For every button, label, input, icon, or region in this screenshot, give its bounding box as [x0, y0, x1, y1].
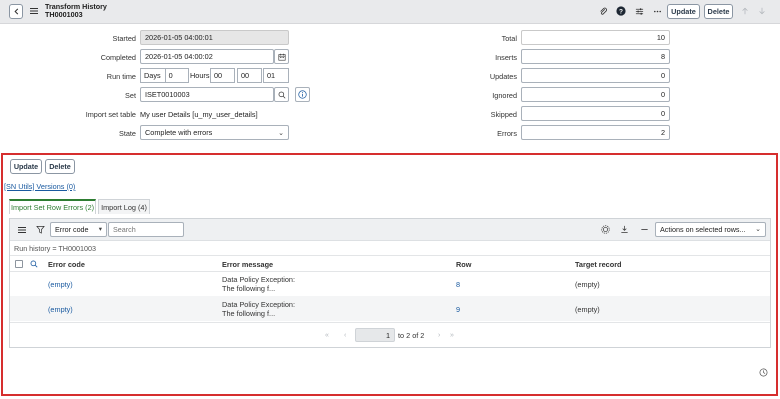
column-search-icon[interactable]	[30, 260, 38, 268]
search-field-value: Error code	[55, 225, 89, 234]
hamburger-icon[interactable]	[30, 7, 38, 15]
chevron-down-icon: ⌄	[278, 130, 284, 137]
chevron-down-icon: ▾	[98, 226, 102, 233]
actions-select[interactable]: Actions on selected rows... ⌄	[655, 222, 766, 237]
started-label: Started	[112, 34, 136, 43]
set-field[interactable]: ISET0010003	[140, 87, 274, 102]
import-table-label: Import set table	[85, 110, 136, 119]
search-icon	[278, 91, 285, 98]
runtime-label: Run time	[106, 72, 136, 81]
target-record-cell: (empty)	[575, 280, 600, 289]
related-delete-button[interactable]: Delete	[45, 159, 75, 174]
error-message-line2: The following f...	[222, 284, 276, 293]
days-value: 0	[164, 69, 173, 82]
actions-value: Actions on selected rows...	[660, 225, 746, 234]
filter-icon[interactable]	[36, 225, 45, 234]
chevron-down-icon: ⌄	[755, 226, 761, 233]
search-field-select[interactable]: Error code ▾	[50, 222, 107, 237]
prev-page-icon[interactable]: ‹	[344, 332, 346, 339]
completed-label: Completed	[100, 53, 136, 62]
form-header: Transform History TH0001003 ? Update Del…	[0, 0, 780, 24]
column-header-error-code[interactable]: Error code	[48, 260, 85, 269]
total-field: 10	[521, 30, 670, 45]
divider	[10, 255, 770, 256]
arrow-up-icon[interactable]	[740, 6, 750, 16]
skipped-field[interactable]: 0	[521, 106, 670, 121]
list-menu-icon[interactable]	[18, 226, 26, 234]
set-lookup-button[interactable]	[274, 87, 289, 102]
started-field: 2026-01-05 04:00:01	[140, 30, 289, 45]
response-time-icon[interactable]	[759, 368, 768, 377]
total-label: Total	[501, 34, 517, 43]
state-label: State	[118, 129, 136, 138]
import-set-row-errors-list: Error code ▾ Actions on selected rows...…	[9, 218, 771, 348]
record-number: TH0001003	[45, 10, 83, 19]
download-icon[interactable]	[620, 225, 629, 234]
breadcrumb[interactable]: Run history = TH0001003	[14, 244, 96, 253]
import-table-value: My user Details [u_my_user_details]	[140, 110, 258, 119]
column-header-row[interactable]: Row	[456, 260, 471, 269]
update-button[interactable]: Update	[667, 4, 700, 19]
page-range: to 2 of 2	[398, 331, 425, 340]
svg-text:?: ?	[619, 8, 623, 15]
set-label: Set	[125, 91, 136, 100]
set-preview-button[interactable]	[295, 87, 310, 102]
column-header-target-record[interactable]: Target record	[575, 260, 622, 269]
calendar-button[interactable]	[274, 49, 289, 64]
more-options-icon[interactable]	[652, 6, 662, 16]
back-button[interactable]	[9, 4, 23, 19]
runtime-days-field[interactable]: Days 0	[140, 68, 189, 83]
first-page-icon[interactable]: «	[325, 332, 329, 339]
target-record-cell: (empty)	[575, 305, 600, 314]
updates-field[interactable]: 0	[521, 68, 670, 83]
row-number-link[interactable]: 9	[456, 305, 460, 314]
inserts-field[interactable]: 8	[521, 49, 670, 64]
table-row: (empty) Data Policy Exception: The follo…	[10, 272, 770, 296]
state-select[interactable]: Complete with errors ⌄	[140, 125, 289, 140]
settings-sliders-icon[interactable]	[634, 6, 644, 16]
tab-import-set-row-errors[interactable]: Import Set Row Errors (2)	[9, 199, 96, 214]
versions-link[interactable]: [SN Utils] Versions (0)	[4, 182, 75, 191]
ignored-label: Ignored	[492, 91, 517, 100]
error-code-cell[interactable]: (empty)	[48, 280, 73, 289]
gear-icon[interactable]	[601, 225, 610, 234]
info-icon	[298, 90, 307, 99]
paperclip-icon[interactable]	[598, 6, 608, 16]
help-icon[interactable]: ?	[616, 6, 626, 16]
runtime-minutes-field[interactable]: 00	[237, 68, 262, 83]
collapse-icon[interactable]	[640, 225, 649, 234]
arrow-down-icon[interactable]	[757, 6, 767, 16]
runtime-hours-field[interactable]: 00	[210, 68, 235, 83]
calendar-icon	[277, 53, 286, 61]
related-update-button[interactable]: Update	[10, 159, 42, 174]
ignored-field[interactable]: 0	[521, 87, 670, 102]
errors-label: Errors	[497, 129, 517, 138]
hours-label: Hours	[190, 71, 210, 80]
days-label: Days	[144, 71, 161, 80]
next-page-icon[interactable]: ›	[438, 332, 440, 339]
runtime-seconds-field[interactable]: 01	[263, 68, 289, 83]
delete-button[interactable]: Delete	[704, 4, 733, 19]
errors-field[interactable]: 2	[521, 125, 670, 140]
page-input[interactable]: 1	[355, 328, 395, 342]
error-message-line2: The following f...	[222, 309, 276, 318]
error-message-line1: Data Policy Exception:	[222, 275, 296, 284]
error-message-line1: Data Policy Exception:	[222, 300, 296, 309]
completed-field[interactable]: 2026-01-05 04:00:02	[140, 49, 274, 64]
divider	[10, 322, 770, 323]
row-number-link[interactable]: 8	[456, 280, 460, 289]
skipped-label: Skipped	[490, 110, 517, 119]
inserts-label: Inserts	[495, 53, 517, 62]
updates-label: Updates	[489, 72, 517, 81]
select-all-checkbox[interactable]	[15, 260, 23, 268]
state-value: Complete with errors	[145, 128, 213, 137]
tab-import-log[interactable]: Import Log (4)	[98, 199, 150, 214]
search-input[interactable]	[108, 222, 184, 237]
column-header-error-message[interactable]: Error message	[222, 260, 273, 269]
chevron-left-icon	[13, 8, 18, 15]
table-row: (empty) Data Policy Exception: The follo…	[10, 296, 770, 321]
list-toolbar: Error code ▾ Actions on selected rows...…	[10, 219, 770, 241]
last-page-icon[interactable]: »	[450, 332, 454, 339]
error-code-cell[interactable]: (empty)	[48, 305, 73, 314]
